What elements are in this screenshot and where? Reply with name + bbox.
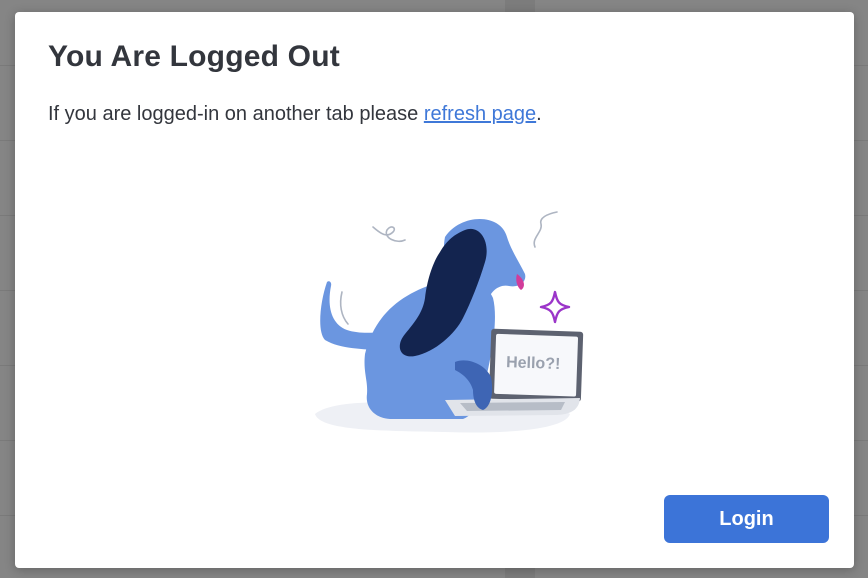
dialog-title: You Are Logged Out: [48, 40, 340, 73]
dialog-message-text: If you are logged-in on another tab plea…: [48, 103, 424, 125]
refresh-page-link[interactable]: refresh page: [424, 103, 536, 125]
logged-out-dialog: You Are Logged Out If you are logged-in …: [15, 12, 854, 568]
login-button[interactable]: Login: [664, 495, 829, 543]
dialog-message: If you are logged-in on another tab plea…: [48, 103, 542, 126]
dialog-message-suffix: .: [536, 103, 542, 125]
laptop-screen-text: Hello?!: [506, 354, 561, 373]
dog-at-laptop-illustration: Hello?!: [315, 211, 584, 433]
